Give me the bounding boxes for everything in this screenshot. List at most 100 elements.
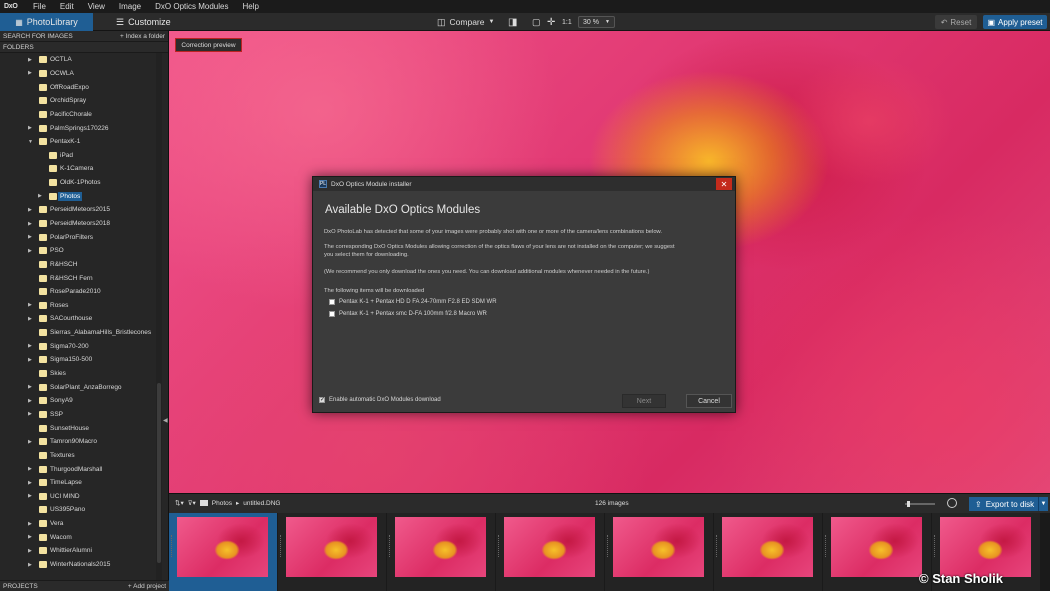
chevron-right-icon[interactable]: ▶ [28, 316, 34, 322]
folder-item[interactable]: K-1Camera [0, 162, 155, 176]
folder-item[interactable]: ▶ PSO [0, 244, 155, 258]
filmstrip-thumbnail[interactable] [387, 513, 495, 591]
tab-photolibrary[interactable]: ▦ PhotoLibrary [0, 13, 93, 31]
chevron-right-icon[interactable]: ▶ [38, 193, 44, 199]
folder-item[interactable]: ▶ Photos [0, 189, 155, 203]
folder-item[interactable]: RoseParade2010 [0, 285, 155, 299]
folder-item[interactable]: ▼ PentaxK-1 [0, 135, 155, 149]
folder-item[interactable]: R&HSCH Fern [0, 271, 155, 285]
chevron-down-icon[interactable]: ▼ [28, 139, 34, 145]
compare-button[interactable]: ◫ Compare ▼ [437, 13, 494, 31]
chevron-right-icon[interactable]: ▶ [28, 534, 34, 540]
filmstrip-thumbnail[interactable] [605, 513, 713, 591]
folder-item[interactable]: ▶ WinterNationals2015 [0, 558, 155, 572]
folder-item[interactable]: ▶ Vera [0, 517, 155, 531]
folder-item[interactable]: SunsetHouse [0, 421, 155, 435]
menu-help[interactable]: Help [235, 2, 265, 11]
zoom-select[interactable]: 30 % ▼ [578, 13, 615, 31]
chevron-right-icon[interactable]: ▶ [28, 411, 34, 417]
module-item[interactable]: Pentax K-1 + Pentax HD D FA 24-70mm F2.8… [329, 299, 497, 305]
folder-item[interactable]: ▶ TimeLapse [0, 476, 155, 490]
chevron-right-icon[interactable]: ▶ [28, 466, 34, 472]
chevron-right-icon[interactable]: ▶ [28, 57, 34, 63]
folder-scrollbar[interactable] [156, 53, 162, 580]
drag-handle[interactable] [716, 535, 718, 557]
folder-item[interactable]: OrchidSpray [0, 94, 155, 108]
chevron-right-icon[interactable]: ▶ [28, 248, 34, 254]
folder-item[interactable]: ▶ SolarPlant_AnzaBorrego [0, 380, 155, 394]
menu-edit[interactable]: Edit [53, 2, 81, 11]
drag-handle[interactable] [280, 535, 282, 557]
correction-preview-button[interactable]: Correction preview [175, 38, 242, 52]
folder-item[interactable]: ▶ OCWLA [0, 67, 155, 81]
collapse-sidebar-icon[interactable]: ◀ [163, 417, 168, 424]
folder-item[interactable]: ▶ WhittierAlumni [0, 544, 155, 558]
folder-item[interactable]: ▶ OCTLA [0, 53, 155, 67]
drag-handle[interactable] [389, 535, 391, 557]
rotate-icon[interactable] [947, 498, 957, 508]
module-checkbox[interactable] [329, 299, 335, 305]
folder-item[interactable]: iPad [0, 148, 155, 162]
filmstrip-thumbnail[interactable] [714, 513, 822, 591]
chevron-right-icon[interactable]: ▶ [28, 70, 34, 76]
folder-item[interactable]: Sierras_AlabamaHills_Bristlecones [0, 326, 155, 340]
folder-item[interactable]: ▶ PolarProFilters [0, 230, 155, 244]
filmstrip-thumbnail[interactable] [278, 513, 386, 591]
chevron-right-icon[interactable]: ▶ [28, 548, 34, 554]
drag-handle[interactable] [825, 535, 827, 557]
chevron-right-icon[interactable]: ▶ [28, 480, 34, 486]
one-to-one-button[interactable]: 1:1 [562, 13, 572, 31]
chevron-right-icon[interactable]: ▶ [28, 302, 34, 308]
folder-item[interactable]: Textures [0, 449, 155, 463]
folder-item[interactable]: ▶ Tamron90Macro [0, 435, 155, 449]
chevron-right-icon[interactable]: ▶ [28, 343, 34, 349]
drag-handle[interactable] [934, 535, 936, 557]
thumbnail-size-slider[interactable] [905, 501, 935, 507]
sort-icon[interactable]: ⇅▾ [175, 499, 184, 507]
menu-optics-modules[interactable]: DxO Optics Modules [148, 2, 235, 11]
filter-icon[interactable]: ⊽▾ [188, 499, 196, 507]
drag-handle[interactable] [171, 535, 173, 557]
folder-item[interactable]: ▶ PalmSprings170226 [0, 121, 155, 135]
folder-item[interactable]: ▶ SACourthouse [0, 312, 155, 326]
drag-handle[interactable] [607, 535, 609, 557]
index-folder-button[interactable]: + Index a folder [120, 33, 165, 40]
filmstrip[interactable] [169, 513, 1050, 591]
folder-item[interactable]: ▶ SonyA9 [0, 394, 155, 408]
crop-fit-button[interactable]: ▢ [532, 13, 541, 31]
folder-item[interactable]: ▶ Sigma70-200 [0, 339, 155, 353]
folder-item[interactable]: ▶ PerseidMeteors2018 [0, 217, 155, 231]
menu-image[interactable]: Image [112, 2, 148, 11]
chevron-right-icon[interactable]: ▶ [28, 234, 34, 240]
export-to-disk-button[interactable]: ⇪ Export to disk ▼ [969, 497, 1048, 511]
chevron-right-icon[interactable]: ▶ [28, 439, 34, 445]
chevron-right-icon[interactable]: ▶ [28, 207, 34, 213]
chevron-right-icon[interactable]: ▶ [28, 384, 34, 390]
drag-handle[interactable] [498, 535, 500, 557]
auto-download-checkbox[interactable] [319, 396, 325, 403]
module-checkbox[interactable] [329, 311, 335, 317]
folder-item[interactable]: ▶ UCI MIND [0, 490, 155, 504]
menu-file[interactable]: File [26, 2, 53, 11]
tab-customize[interactable]: ☰ Customize [108, 13, 179, 31]
chevron-right-icon[interactable]: ▶ [28, 562, 34, 568]
auto-download-option[interactable]: Enable automatic DxO Modules download [319, 396, 441, 403]
apply-preset-button[interactable]: ▣ Apply preset [983, 15, 1047, 29]
filmstrip-thumbnail[interactable] [823, 513, 931, 591]
add-project-button[interactable]: + Add project [128, 583, 166, 590]
module-item[interactable]: Pentax K-1 + Pentax smc D-FA 100mm f/2.8… [329, 311, 487, 317]
chevron-right-icon[interactable]: ▶ [28, 357, 34, 363]
folder-item[interactable]: OffRoadExpo [0, 80, 155, 94]
breadcrumb-folder[interactable]: Photos [212, 500, 232, 507]
split-view-button[interactable]: ◨ [508, 13, 517, 31]
folder-item[interactable]: ▶ PerseidMeteors2015 [0, 203, 155, 217]
filmstrip-thumbnail[interactable] [496, 513, 604, 591]
folder-item[interactable]: R&HSCH [0, 258, 155, 272]
folder-item[interactable]: ▶ Wacom [0, 530, 155, 544]
chevron-right-icon[interactable]: ▶ [28, 521, 34, 527]
chevron-right-icon[interactable]: ▶ [28, 493, 34, 499]
folder-item[interactable]: PacificChorale [0, 108, 155, 122]
folder-item[interactable]: US395Pano [0, 503, 155, 517]
next-button[interactable]: Next [622, 394, 666, 408]
folder-item[interactable]: ▶ Roses [0, 299, 155, 313]
